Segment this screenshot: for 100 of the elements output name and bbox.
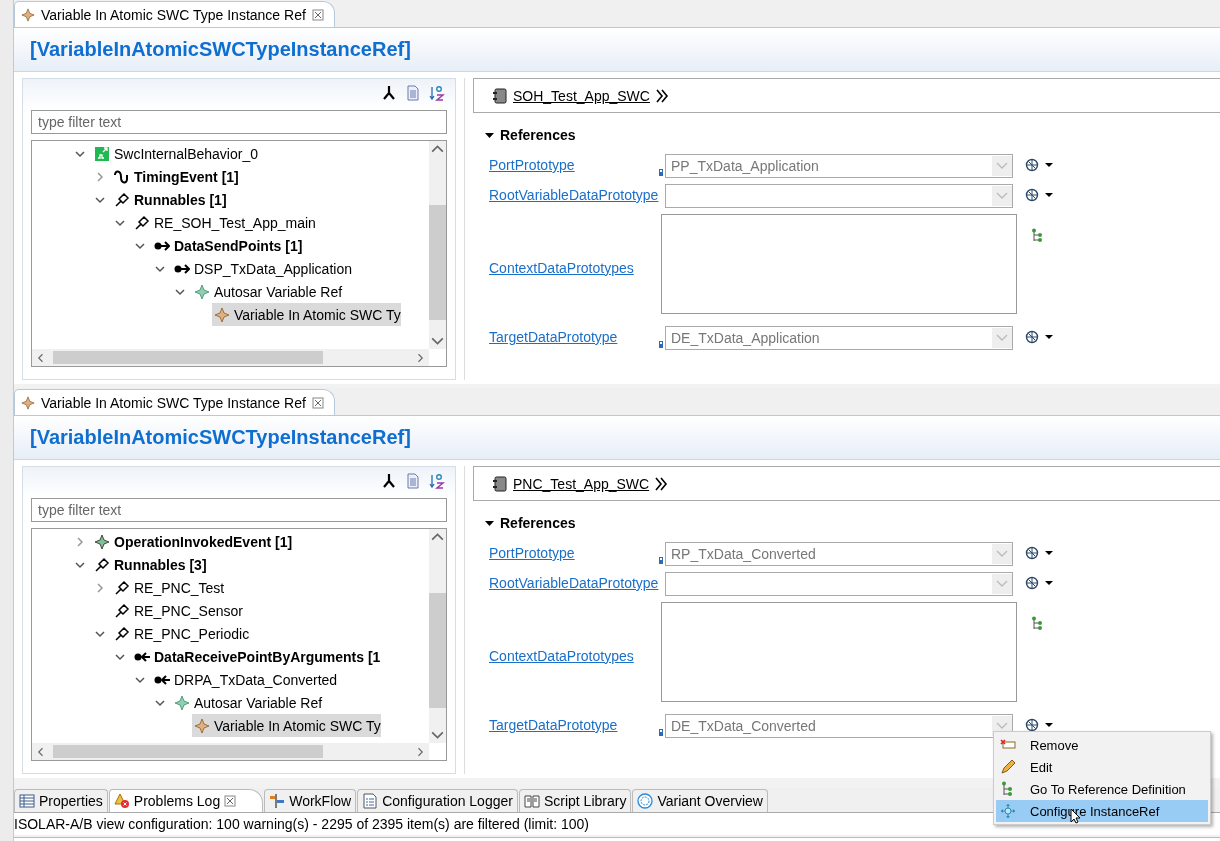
sort-icon [429,85,445,101]
close-icon[interactable] [311,8,324,21]
component-icon [492,475,508,492]
globe-icon [1025,576,1039,590]
reference-menu-button[interactable] [1025,546,1053,560]
globe-icon [1025,188,1039,202]
reference-menu-button[interactable] [1025,576,1053,590]
tree-item[interactable]: TimingEvent [1] [112,165,239,188]
fork-icon [381,473,397,489]
sort-button[interactable] [429,85,445,101]
tree-item[interactable]: DRPA_TxData_Converted [152,668,338,691]
tree-structure-icon [1031,616,1043,631]
caret-icon [1045,335,1053,339]
document-icon [405,85,421,101]
tree-item[interactable]: Runnables [1] [112,188,227,211]
editor-title: [VariableInAtomicSWCTypeInstanceRef] [30,426,411,449]
variant-icon [637,793,654,809]
view-tab[interactable]: Variant Overview [632,789,768,812]
star-icon [94,533,110,550]
reference-menu-button[interactable] [1025,330,1053,344]
table-icon [19,793,35,809]
globe-icon [1025,546,1039,560]
menu-item[interactable]: Edit [996,756,1208,778]
sort-button[interactable] [429,473,445,489]
globe-icon [1025,158,1039,172]
collapse-all-button[interactable] [381,473,397,489]
tree-item[interactable]: Variable In Atomic SWC Ty [192,714,381,737]
warning-error-icon [113,793,130,809]
tree-item[interactable]: RE_PNC_Sensor [112,599,243,622]
tree-item[interactable]: Variable In Atomic SWC Ty [212,303,401,326]
editor-tab[interactable]: Variable In Atomic SWC Type Instance Ref [14,389,335,415]
horizontal-scrollbar[interactable] [32,743,429,760]
star-icon [21,7,35,22]
editor-tab[interactable]: Variable In Atomic SWC Type Instance Ref [14,1,335,27]
star-icon [194,717,210,734]
tree-structure-button[interactable] [1031,228,1043,243]
view-tab[interactable]: Configuration Logger [357,789,518,812]
horizontal-scrollbar[interactable] [32,349,429,366]
tree-item[interactable]: RE_PNC_Periodic [112,622,250,645]
caret-icon [1045,723,1053,727]
globe-icon [1025,718,1039,732]
star-icon [174,694,190,711]
pencil-icon [1000,759,1016,775]
close-icon[interactable] [224,795,237,807]
list-box[interactable] [661,602,1017,702]
breadcrumb-link[interactable]: SOH_Test_App_SWC [513,87,650,104]
breadcrumb-link[interactable]: PNC_Test_App_SWC [513,475,650,492]
tree-item[interactable]: OperationInvokedEvent [1] [92,530,293,553]
star-icon [194,283,210,300]
collapse-all-button[interactable] [381,85,397,101]
editor-title: [VariableInAtomicSWCTypeInstanceRef] [30,38,411,61]
breadcrumb-menu-button[interactable] [654,475,669,492]
section-header[interactable]: References [485,127,1220,143]
menu-item[interactable]: Go To Reference Definition [996,778,1208,800]
star-icon [214,306,230,323]
document-icon [405,473,421,489]
tree-item[interactable]: Autosar Variable Ref [192,280,343,303]
tree-item[interactable]: RE_PNC_Test [112,576,225,599]
reference-menu-button[interactable] [1025,158,1053,172]
view-tab[interactable]: Properties [14,789,108,812]
star-icon [21,395,35,410]
filter-field[interactable]: type filter text [31,110,447,134]
tree-item[interactable]: RE_SOH_Test_App_main [132,211,316,234]
caret-icon [1045,163,1053,167]
status-text: ISOLAR-A/B view configuration: 100 warning(s) - 2295 of 2395 item(s) are filtered (limit: 100) [14,816,590,832]
document-button[interactable] [405,85,421,101]
reference-link[interactable]: ContextDataPrototypes [489,642,659,666]
breadcrumb-menu-button[interactable] [654,87,669,104]
tree-structure-button[interactable] [1031,616,1043,631]
double-chevron-icon [654,475,669,492]
vertical-scrollbar[interactable] [429,529,446,743]
view-tab[interactable]: Script Library [518,789,632,812]
tree-item[interactable]: SwcInternalBehavior_0 [92,142,258,165]
section-header[interactable]: References [485,515,1220,531]
filter-field[interactable]: type filter text [31,498,447,522]
tree-item[interactable]: DSP_TxData_Application [172,257,352,280]
log-document-icon [362,793,379,809]
component-icon [492,87,508,104]
tree-item[interactable]: DataSendPoints [1] [152,234,303,257]
fork-icon [381,85,397,101]
list-box[interactable] [661,214,1017,314]
close-icon[interactable] [311,396,324,409]
tree-item[interactable]: Autosar Variable Ref [172,691,323,714]
tree-item[interactable]: Runnables [3] [92,553,207,576]
document-button[interactable] [405,473,421,489]
view-tab[interactable]: Problems Log [108,789,264,812]
reference-menu-button[interactable] [1025,188,1053,202]
caret-icon [1045,551,1053,555]
caret-icon [1045,581,1053,585]
tree-item[interactable]: DataReceivePointByArguments [1 [132,645,381,668]
workflow-icon [269,793,286,809]
book-icon [523,793,540,809]
globe-icon [1025,330,1039,344]
reference-menu-button[interactable] [1025,718,1053,732]
double-chevron-icon [654,87,669,104]
reference-link[interactable]: ContextDataPrototypes [489,254,659,278]
tree-structure-icon [1031,228,1043,243]
wave-icon [114,168,130,185]
vertical-scrollbar[interactable] [429,141,446,349]
view-tab[interactable]: WorkFlow [264,789,357,812]
